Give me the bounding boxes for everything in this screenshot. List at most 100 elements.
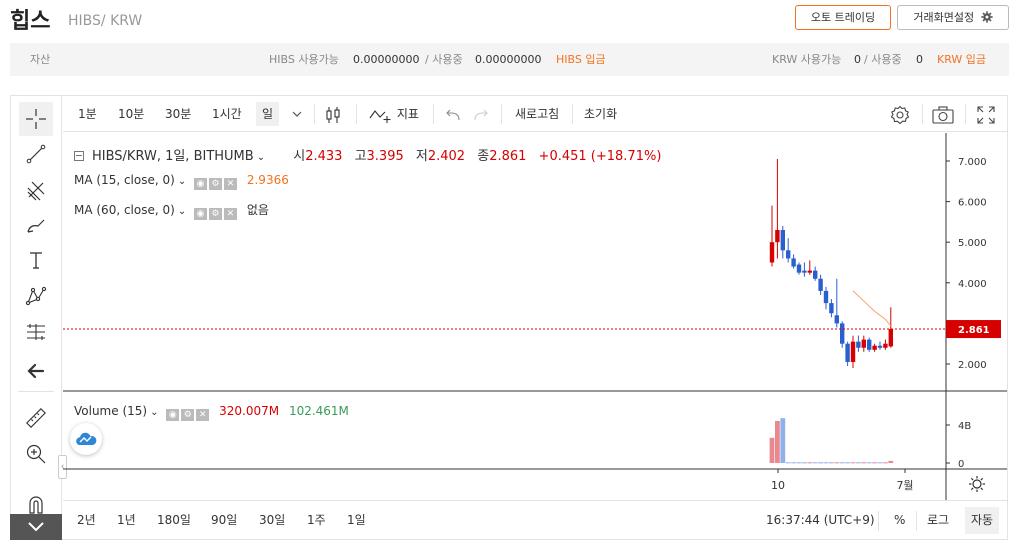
ruler-tool[interactable]	[19, 401, 53, 435]
close-icon[interactable]: ✕	[224, 178, 238, 190]
chevron-down-icon[interactable]: ⌄	[150, 407, 158, 418]
change-value: +0.451 (+18.71%)	[538, 149, 662, 164]
tradingview-logo[interactable]	[70, 423, 102, 455]
fib-tool[interactable]	[19, 173, 53, 207]
screenshot-button[interactable]	[932, 96, 954, 132]
fullscreen-button[interactable]	[977, 96, 995, 132]
sun-icon	[969, 476, 985, 492]
auto-trading-button[interactable]: 오토 트레이딩	[795, 5, 891, 30]
range-2y[interactable]: 2년	[77, 501, 96, 540]
symbol-label[interactable]: HIBS/KRW, 1일, BITHUMB	[92, 149, 254, 164]
volume-bar	[780, 418, 786, 463]
candle-body	[840, 323, 845, 344]
volume-bar	[785, 462, 791, 464]
eye-icon[interactable]: ◉	[166, 409, 180, 421]
log-scale-button[interactable]: 로그	[927, 501, 949, 540]
chart-settings-button[interactable]	[890, 96, 910, 132]
range-90d[interactable]: 90일	[211, 501, 237, 540]
ma60-value: 없음	[246, 203, 269, 217]
brush-tool[interactable]	[19, 208, 53, 242]
price-tick-label: 4.000	[958, 279, 987, 290]
chart-type-button[interactable]	[325, 96, 341, 132]
crosshair-tool[interactable]	[19, 102, 53, 136]
zoom-tool[interactable]	[19, 437, 53, 471]
redo-button[interactable]	[473, 96, 489, 132]
trend-line-icon	[26, 144, 46, 164]
low-label: 저	[415, 149, 428, 164]
toolbar-divider	[501, 104, 502, 124]
close-icon[interactable]: ✕	[224, 208, 238, 220]
volume-tick-label: 4B	[958, 421, 971, 432]
collapse-legend-icon[interactable]	[74, 151, 84, 161]
clock-display[interactable]: 16:37:44 (UTC+9)	[766, 501, 875, 540]
chevron-down-icon[interactable]: ⌄	[178, 206, 186, 217]
coin-name: 힙스	[10, 9, 51, 34]
hibs-deposit-link[interactable]: HIBS 입금	[556, 43, 606, 76]
reset-button[interactable]: 초기화	[584, 96, 617, 132]
sun-icon-core	[972, 479, 982, 489]
sun-icon-ray	[970, 477, 974, 481]
volume-bar	[769, 437, 775, 463]
interval-day[interactable]: 일	[256, 102, 280, 126]
eye-icon[interactable]: ◉	[194, 208, 208, 220]
undo-icon	[446, 109, 460, 120]
krw-available-label: KRW 사용가능	[772, 53, 842, 66]
chevron-down-icon[interactable]: ⌄	[178, 176, 186, 187]
range-1w[interactable]: 1주	[307, 501, 326, 540]
range-180d[interactable]: 180일	[157, 501, 191, 540]
krw-deposit-link[interactable]: KRW 입금	[937, 43, 986, 76]
interval-1min[interactable]: 1분	[78, 96, 97, 132]
ma15-label[interactable]: MA (15, close, 0)	[74, 173, 175, 187]
range-30d[interactable]: 30일	[259, 501, 285, 540]
volume-bar	[877, 462, 883, 464]
back-tool[interactable]	[19, 354, 53, 388]
volume-bar	[775, 421, 780, 463]
interval-30min[interactable]: 30분	[165, 96, 191, 132]
screen-settings-button[interactable]: 거래화면설정	[897, 5, 1009, 30]
candle-body	[856, 341, 861, 348]
volume-bar	[791, 462, 796, 464]
interval-1hour[interactable]: 1시간	[212, 96, 242, 132]
text-tool[interactable]	[19, 243, 53, 277]
settings-icon[interactable]: ⚙	[209, 178, 223, 190]
close-icon[interactable]: ✕	[196, 409, 210, 421]
candle-body	[883, 343, 888, 348]
hibs-in-use-label: / 사용중	[425, 53, 463, 66]
hibs-available-value: 0.00000000	[353, 53, 420, 66]
undo-button[interactable]	[445, 96, 461, 132]
candle-body	[888, 329, 893, 347]
range-1d[interactable]: 1일	[347, 501, 366, 540]
refresh-button[interactable]: 새로고침	[515, 96, 559, 132]
interval-dropdown[interactable]	[292, 96, 302, 132]
range-1y[interactable]: 1년	[117, 501, 136, 540]
indicator-button[interactable]: 지표	[369, 96, 419, 132]
toolbar-divider	[433, 104, 434, 124]
toolbar-collapse-button[interactable]	[10, 514, 62, 540]
auto-scale-button[interactable]: 자동	[965, 507, 1000, 534]
settings-icon[interactable]: ⚙	[181, 409, 195, 421]
ma60-label[interactable]: MA (60, close, 0)	[74, 203, 175, 217]
time-tick-label: 10	[771, 479, 785, 492]
settings-icon[interactable]: ⚙	[209, 208, 223, 220]
volume-label[interactable]: Volume (15)	[74, 404, 147, 418]
drawing-toolbar	[10, 95, 62, 540]
trend-line-tool[interactable]	[19, 137, 53, 171]
percent-scale-button[interactable]: %	[894, 501, 905, 540]
chevron-down-icon[interactable]: ⌄	[257, 152, 265, 163]
hibs-available-label: HIBS 사용가능	[269, 53, 339, 66]
volume-bar	[866, 462, 872, 464]
gear-icon	[980, 11, 993, 23]
candle-body	[834, 315, 839, 324]
volume-legend: Volume (15) ⌄ ◉ ⚙ ✕ 320.007M 102.461M	[74, 404, 349, 421]
sun-icon-ray	[980, 487, 984, 491]
prediction-tool[interactable]	[19, 315, 53, 349]
brush-icon	[27, 219, 45, 233]
pattern-tool[interactable]	[19, 279, 53, 313]
eye-icon[interactable]: ◉	[194, 178, 208, 190]
ma60-legend: MA (60, close, 0) ⌄ ◉ ⚙ ✕ 없음	[74, 201, 269, 220]
interval-10min[interactable]: 10분	[118, 96, 144, 132]
ruler-icon	[26, 408, 46, 428]
close-label: 종	[477, 149, 490, 164]
toolbar-divider	[965, 104, 966, 124]
volume-bar	[834, 462, 840, 464]
